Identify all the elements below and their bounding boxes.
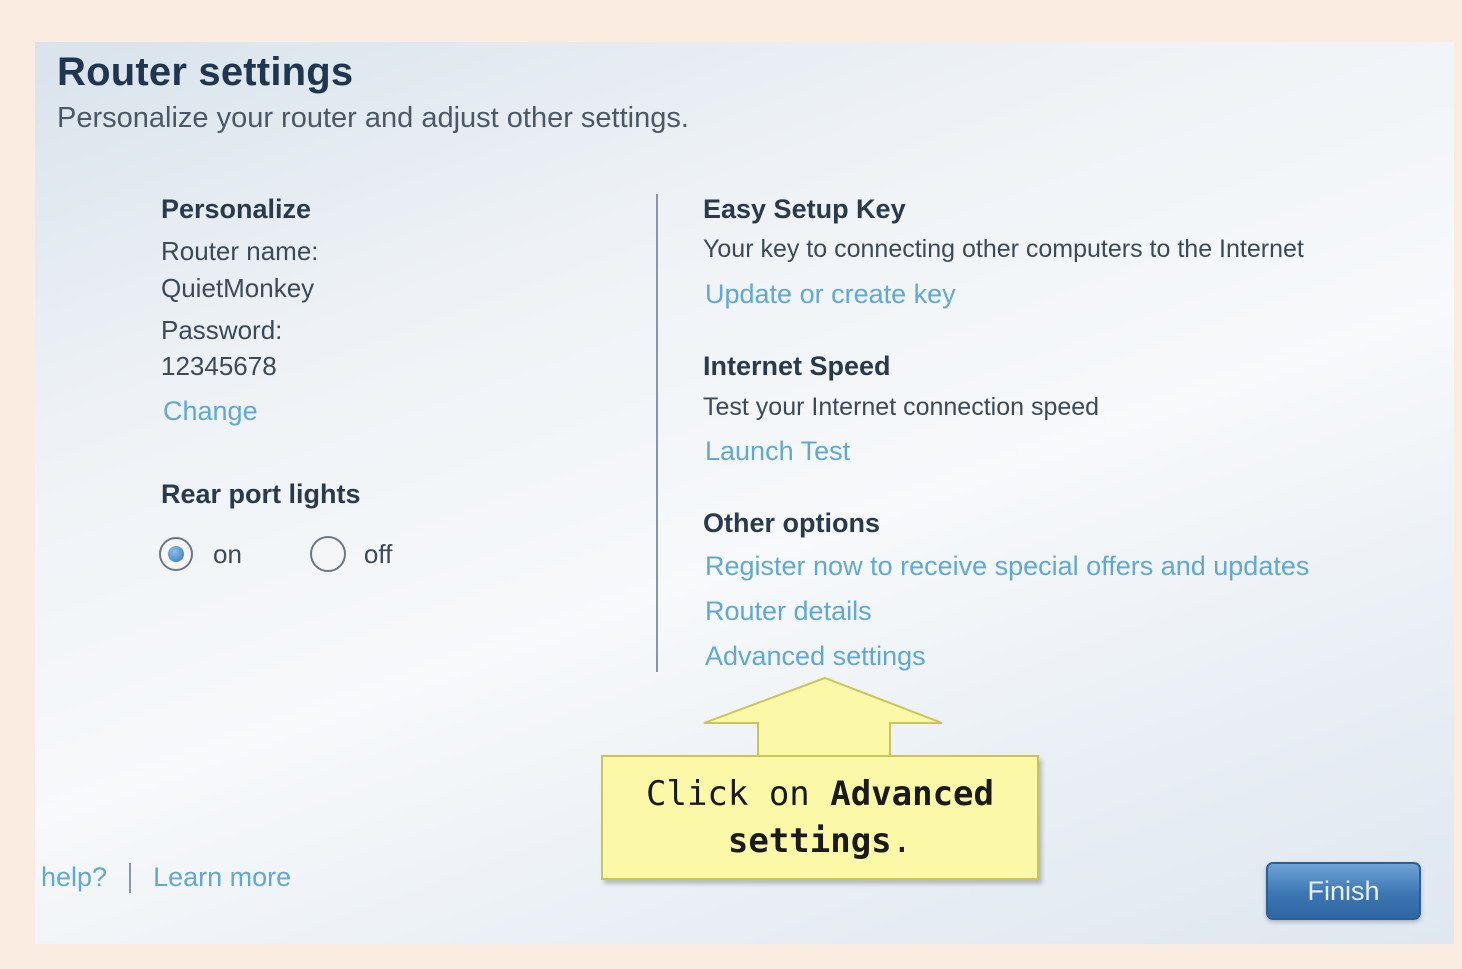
finish-button[interactable]: Finish — [1266, 862, 1421, 920]
register-offers-link[interactable]: Register now to receive special offers a… — [705, 551, 1309, 582]
learn-more-link[interactable]: Learn more — [153, 862, 291, 893]
easy-setup-key-heading: Easy Setup Key — [703, 194, 906, 224]
radio-off-button[interactable] — [309, 536, 346, 572]
instruction-callout: Click on Advanced settings. — [601, 755, 1039, 880]
router-name-label: Router name: — [161, 236, 319, 266]
change-link[interactable]: Change — [163, 396, 258, 427]
other-options-heading: Other options — [703, 508, 880, 538]
personalize-heading: Personalize — [161, 194, 312, 224]
callout-prefix: Click on — [646, 774, 831, 814]
easy-setup-key-description: Your key to connecting other computers t… — [703, 235, 1304, 263]
password-value: 12345678 — [161, 351, 277, 381]
rear-port-lights-heading: Rear port lights — [161, 479, 361, 509]
help-link[interactable]: help? — [41, 862, 107, 893]
update-create-key-link[interactable]: Update or create key — [705, 279, 956, 310]
column-divider — [656, 194, 658, 672]
internet-speed-description: Test your Internet connection speed — [703, 393, 1100, 421]
router-name-value: QuietMonkey — [161, 273, 315, 303]
radio-off-label: off — [363, 538, 393, 569]
help-row: help? Learn more — [41, 862, 291, 893]
launch-test-link[interactable]: Launch Test — [705, 436, 850, 467]
radio-on-label: on — [213, 538, 242, 569]
password-label: Password: — [161, 315, 283, 345]
rear-port-lights-radio-group: on off — [159, 536, 392, 572]
callout-suffix: . — [891, 821, 913, 861]
radio-on-button[interactable] — [159, 537, 193, 571]
radio-off[interactable]: off — [309, 536, 393, 572]
advanced-settings-link[interactable]: Advanced settings — [705, 641, 926, 672]
help-separator — [129, 862, 132, 893]
router-details-link[interactable]: Router details — [705, 596, 872, 627]
radio-selected-dot — [168, 546, 184, 562]
internet-speed-heading: Internet Speed — [703, 351, 891, 381]
page-subtitle: Personalize your router and adjust other… — [57, 102, 689, 134]
page-title: Router settings — [57, 50, 354, 94]
callout-arrow-icon — [703, 676, 943, 761]
radio-on[interactable]: on — [159, 537, 242, 571]
